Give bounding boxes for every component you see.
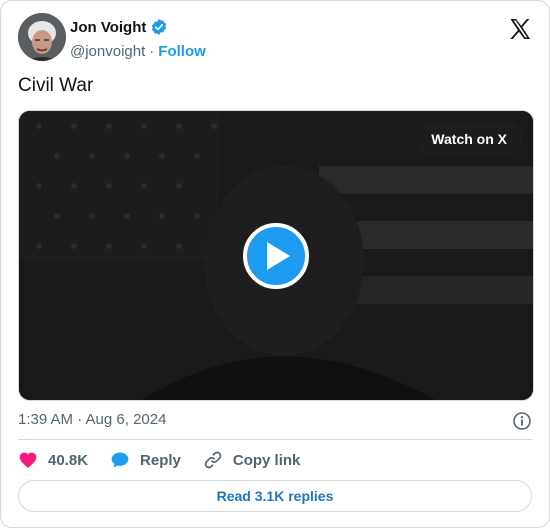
reply-button[interactable]: Reply [110, 450, 181, 470]
follow-button[interactable]: Follow [158, 43, 206, 60]
reply-label: Reply [140, 451, 181, 469]
author-name[interactable]: Jon Voight [70, 19, 146, 36]
play-icon [267, 242, 290, 270]
tweet-text: Civil War [18, 75, 94, 96]
play-button[interactable] [243, 223, 309, 289]
avatar[interactable] [18, 13, 66, 61]
tweet-header: Jon Voight @jonvoight · Follow [18, 13, 532, 63]
author-handle[interactable]: @jonvoight [70, 43, 145, 60]
video-player[interactable]: Watch on X [18, 110, 534, 401]
separator-dot: · [149, 42, 155, 60]
handle-row: @jonvoight · Follow [70, 41, 206, 61]
like-count: 40.8K [48, 451, 89, 469]
name-row: Jon Voight [70, 17, 206, 37]
tweet-card: Jon Voight @jonvoight · Follow Civil War [0, 0, 550, 528]
action-bar: 40.8K Reply Copy link [18, 449, 322, 471]
verified-badge-icon [150, 18, 168, 36]
tweet-timestamp[interactable]: 1:39 AM · Aug 6, 2024 [18, 411, 166, 428]
copy-link-label: Copy link [232, 451, 301, 469]
divider [18, 439, 532, 440]
tweet-meta: 1:39 AM · Aug 6, 2024 [18, 411, 532, 431]
info-icon[interactable] [512, 411, 532, 431]
author-block: Jon Voight @jonvoight · Follow [70, 17, 206, 61]
copy-link-button[interactable]: Copy link [203, 450, 301, 470]
read-replies-button[interactable]: Read 3.1K replies [18, 480, 532, 512]
heart-icon [19, 452, 37, 468]
link-icon [204, 451, 222, 469]
watch-on-x-button[interactable]: Watch on X [415, 123, 523, 155]
speech-bubble-icon [111, 452, 129, 468]
x-logo-icon[interactable] [508, 17, 532, 41]
like-button[interactable]: 40.8K [18, 450, 88, 470]
